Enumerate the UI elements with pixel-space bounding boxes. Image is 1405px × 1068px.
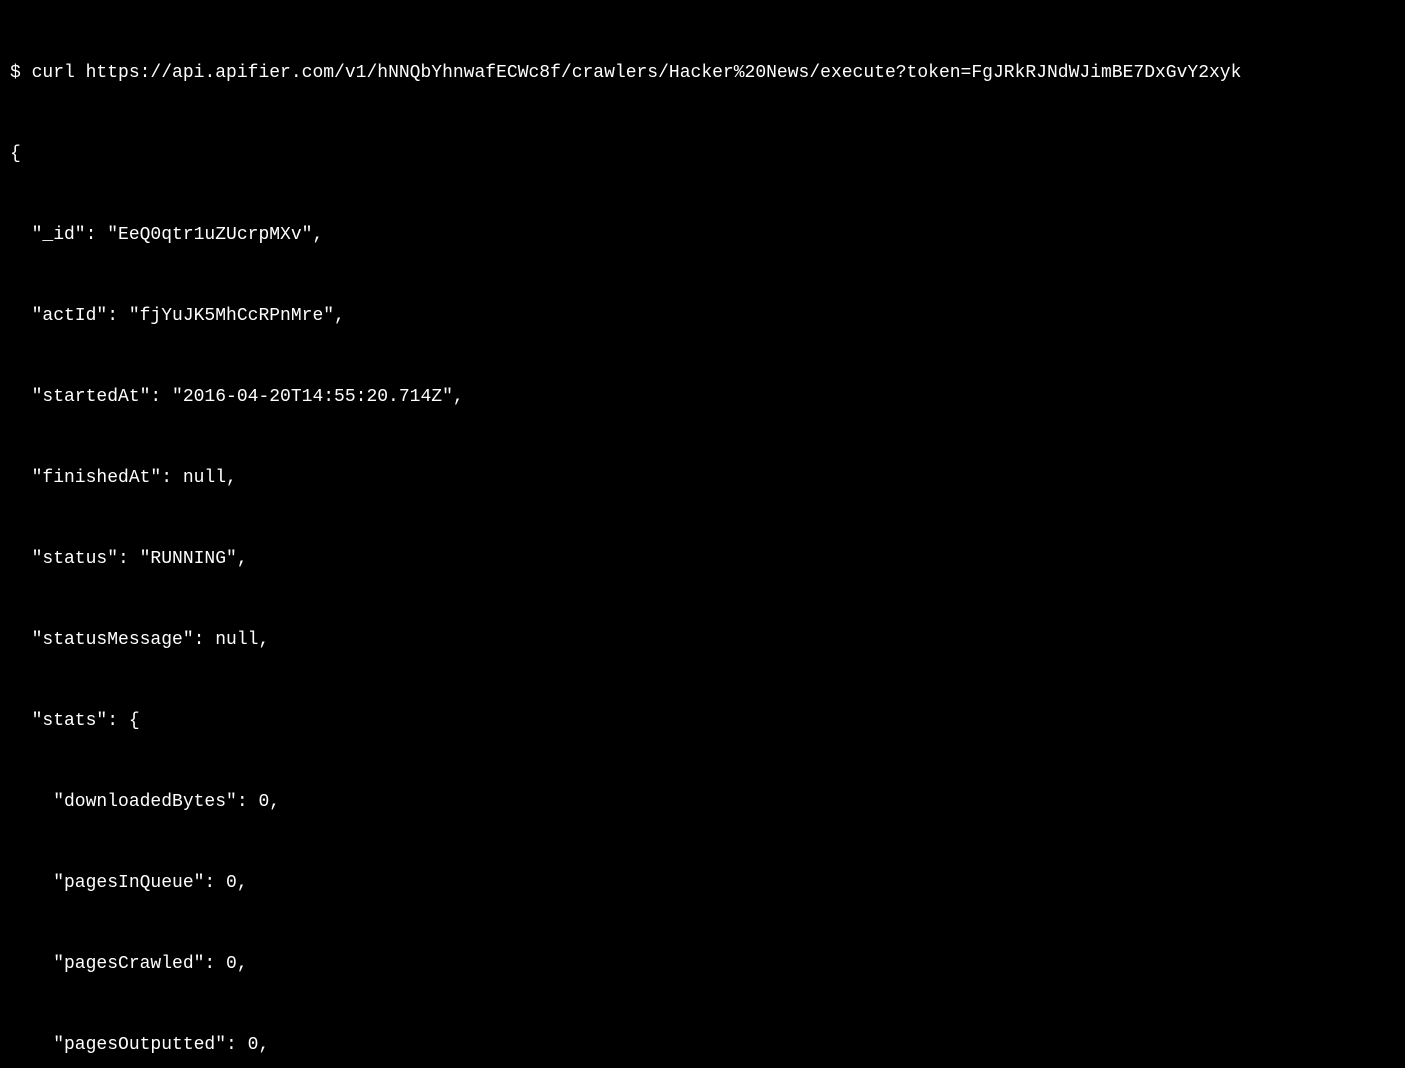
json-response-line: "status": "RUNNING", (10, 546, 1395, 573)
json-response-line: "finishedAt": null, (10, 465, 1395, 492)
json-response-line: "pagesOutputted": 0, (10, 1032, 1395, 1059)
json-response-line: "actId": "fjYuJK5MhCcRPnMre", (10, 303, 1395, 330)
json-response-line: "startedAt": "2016-04-20T14:55:20.714Z", (10, 384, 1395, 411)
shell-prompt: $ (10, 63, 32, 83)
json-response-line: "_id": "EeQ0qtr1uZUcrpMXv", (10, 222, 1395, 249)
json-response-line: "stats": { (10, 708, 1395, 735)
curl-command: curl https://api.apifier.com/v1/hNNQbYhn… (32, 63, 1242, 83)
json-response-line: "downloadedBytes": 0, (10, 789, 1395, 816)
json-response-line: "pagesCrawled": 0, (10, 951, 1395, 978)
json-response-line: { (10, 141, 1395, 168)
terminal-output: $ curl https://api.apifier.com/v1/hNNQbY… (10, 6, 1395, 1068)
json-response-line: "pagesInQueue": 0, (10, 870, 1395, 897)
command-line: $ curl https://api.apifier.com/v1/hNNQbY… (10, 60, 1395, 87)
json-response-line: "statusMessage": null, (10, 627, 1395, 654)
